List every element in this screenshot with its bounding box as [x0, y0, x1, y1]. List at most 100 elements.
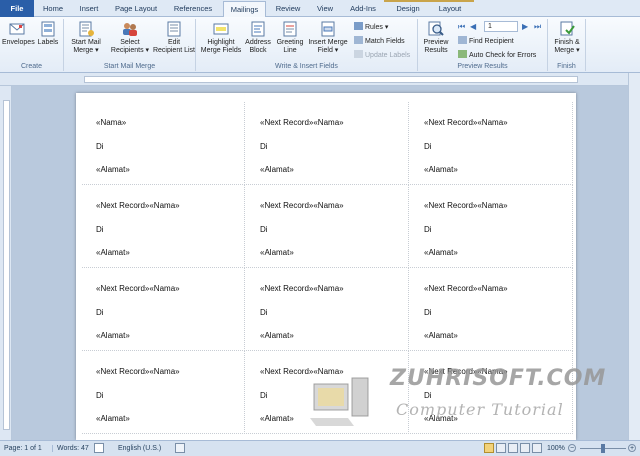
rules-button[interactable]: Rules ▾ [354, 22, 388, 31]
language-indicator[interactable]: English (U.S.) [118, 445, 161, 452]
computer-logo [310, 377, 369, 426]
location-prefix: Di [260, 225, 268, 234]
tab-page-layout[interactable]: Page Layout [110, 1, 162, 17]
update-labels-label: Update Labels [365, 52, 411, 59]
horizontal-ruler[interactable] [0, 73, 640, 86]
magnifier-icon [428, 21, 444, 36]
address-field: «Alamat» [260, 248, 294, 257]
zoom-level[interactable]: 100% [547, 445, 565, 452]
tab-add-ins[interactable]: Add-Ins [344, 1, 382, 17]
outline-icon[interactable] [520, 443, 530, 453]
match-fields-button[interactable]: Match Fields [354, 36, 405, 45]
label-cell[interactable]: «Next Record»«Nama» Di «Alamat» [82, 351, 245, 434]
label-cell[interactable]: «Next Record»«Nama» Di «Alamat» [246, 185, 409, 268]
print-layout-icon[interactable] [484, 443, 494, 453]
tab-references[interactable]: References [166, 1, 220, 17]
start-mail-merge-button[interactable]: Start Mail Merge ▾ [66, 21, 106, 55]
insert-field-label-1: Insert Merge [308, 39, 348, 46]
find-recipient-button[interactable]: Find Recipient [458, 36, 514, 45]
rules-label: Rules ▾ [365, 24, 389, 31]
page-count[interactable]: Page: 1 of 1 [4, 445, 42, 452]
find-recipient-icon [458, 36, 467, 44]
recipient-name-field: «Next Record»«Nama» [260, 284, 344, 293]
auto-check-label: Auto Check for Errors [469, 52, 537, 59]
location-prefix: Di [260, 142, 268, 151]
recipients-icon [123, 23, 137, 36]
edit-recipient-label-2: Recipient List [152, 47, 196, 54]
edit-recipient-label-1: Edit [167, 39, 181, 46]
edit-list-icon [167, 21, 181, 37]
vertical-ruler-strip [3, 100, 10, 430]
label-cell[interactable]: «Next Record»«Nama» Di «Alamat» [410, 102, 573, 185]
tab-review[interactable]: Review [270, 1, 306, 17]
recipient-name-field: «Next Record»«Nama» [424, 201, 508, 210]
auto-check-errors-button[interactable]: Auto Check for Errors [458, 50, 536, 59]
highlight-merge-fields-button[interactable]: Highlight Merge Fields [198, 21, 244, 55]
word-count[interactable]: Words: 47 [52, 445, 89, 452]
location-prefix: Di [96, 391, 104, 400]
tab-insert[interactable]: Insert [72, 1, 106, 17]
tab-layout[interactable]: Layout [430, 1, 470, 17]
location-prefix: Di [96, 225, 104, 234]
web-layout-icon[interactable] [508, 443, 518, 453]
address-block-icon [251, 21, 265, 37]
envelopes-button[interactable]: Envelopes [2, 21, 35, 47]
address-field: «Alamat» [260, 331, 294, 340]
finish-label-2: Merge ▾ [554, 47, 580, 54]
proofing-icon[interactable] [94, 443, 104, 453]
label-cell[interactable]: «Next Record»«Nama» Di «Alamat» [82, 185, 245, 268]
match-fields-label: Match Fields [365, 38, 405, 45]
zoom-in-icon[interactable]: + [628, 444, 636, 452]
zoom-slider-thumb[interactable] [601, 444, 605, 453]
address-block-button[interactable]: Address Block [244, 21, 272, 55]
labels-icon [41, 21, 55, 37]
finish-merge-button[interactable]: Finish & Merge ▾ [549, 21, 585, 55]
group-preview-results: Preview Results ⏮ ◀ 1 ▶ ⏭ Find Recipient… [418, 19, 548, 71]
label-cell[interactable]: «Next Record»«Nama» Di «Alamat» [82, 268, 245, 351]
auto-check-icon [458, 50, 467, 58]
macro-icon[interactable] [175, 443, 185, 453]
label-cell[interactable]: «Next Record»«Nama» Di «Alamat» [246, 102, 409, 185]
draft-icon[interactable] [532, 443, 542, 453]
label-cell[interactable]: «Next Record»«Nama» Di «Alamat» [410, 268, 573, 351]
address-field: «Alamat» [260, 414, 294, 423]
group-label-create: Create [20, 63, 42, 70]
update-labels-button[interactable]: Update Labels [354, 50, 410, 59]
document-merge-icon [79, 21, 94, 37]
record-navigator: ⏮ ◀ 1 ▶ ⏭ [458, 21, 546, 32]
select-recipients-button[interactable]: Select Recipients ▾ [108, 21, 152, 55]
address-field: «Alamat» [96, 248, 130, 257]
label-cell[interactable]: «Next Record»«Nama» Di «Alamat» [410, 185, 573, 268]
tab-mailings[interactable]: Mailings [223, 1, 266, 18]
tab-design[interactable]: Design [388, 1, 428, 17]
highlight-icon [213, 23, 229, 35]
rules-icon [354, 22, 363, 30]
edit-recipient-list-button[interactable]: Edit Recipient List [152, 21, 196, 55]
find-recipient-label: Find Recipient [469, 38, 514, 45]
recipient-name-field: «Next Record»«Nama» [424, 284, 508, 293]
first-record-icon[interactable]: ⏮ [458, 22, 465, 32]
location-prefix: Di [260, 308, 268, 317]
label-cell[interactable]: «Next Record»«Nama» Di «Alamat» [246, 268, 409, 351]
zoom-out-icon[interactable]: − [568, 444, 576, 452]
label-cell[interactable]: «Nama» Di «Alamat» [82, 102, 245, 185]
tab-view[interactable]: View [310, 1, 340, 17]
full-screen-icon[interactable] [496, 443, 506, 453]
ribbon-tab-bar: File Home Insert Page Layout References … [0, 0, 640, 18]
watermark: ZUHRISOFT.COM Computer Tutorial [298, 362, 640, 440]
labels-button[interactable]: Labels [35, 21, 61, 47]
select-recipients-label-2: Recipients ▾ [110, 47, 150, 54]
record-number-input[interactable]: 1 [484, 21, 518, 32]
next-record-icon[interactable]: ▶ [522, 22, 528, 31]
previous-record-icon[interactable]: ◀ [470, 22, 476, 31]
vertical-ruler[interactable] [0, 86, 12, 440]
view-buttons[interactable] [484, 443, 544, 453]
tab-home[interactable]: Home [38, 1, 68, 17]
preview-results-label-2: Results [424, 47, 448, 54]
greeting-line-button[interactable]: Greeting Line [274, 21, 306, 55]
preview-results-button[interactable]: Preview Results [420, 21, 452, 55]
insert-merge-field-button[interactable]: Insert Merge Field ▾ [306, 21, 350, 55]
address-label-2: Block [249, 47, 267, 54]
last-record-icon[interactable]: ⏭ [534, 22, 541, 32]
tab-file[interactable]: File [0, 0, 34, 17]
